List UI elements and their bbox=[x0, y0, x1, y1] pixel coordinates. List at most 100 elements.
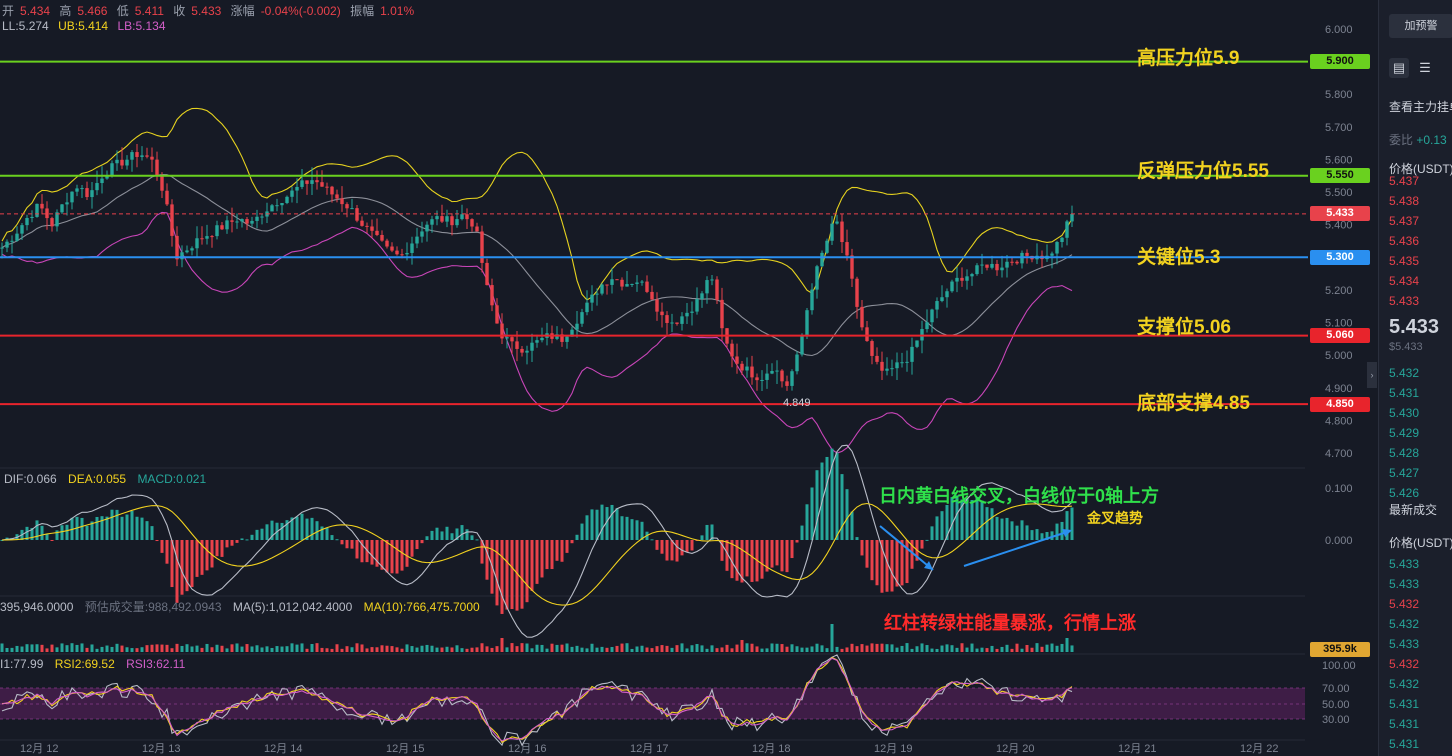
trade-price: 5.433 bbox=[1389, 557, 1420, 571]
macd-bar bbox=[340, 540, 344, 545]
macd-value: MACD:0.021 bbox=[137, 472, 207, 486]
volume-bar bbox=[1030, 647, 1034, 652]
ask-price: 5.434 bbox=[1389, 274, 1420, 288]
macd-bar bbox=[990, 508, 994, 540]
volume-bar bbox=[320, 647, 324, 652]
volume-bar bbox=[910, 648, 914, 652]
volume-bar bbox=[330, 648, 334, 652]
macd-bar bbox=[860, 540, 864, 556]
candle-body bbox=[900, 362, 904, 364]
boll-ll: LL:5.274 bbox=[2, 19, 49, 33]
macd-bar bbox=[220, 540, 224, 557]
volume-bar bbox=[575, 645, 579, 652]
macd-bar bbox=[675, 540, 679, 562]
candle-body bbox=[740, 363, 744, 371]
candle-body bbox=[940, 297, 944, 302]
volume-bar bbox=[315, 643, 319, 652]
volume-bar bbox=[795, 646, 799, 652]
volume-bar bbox=[720, 647, 724, 652]
volume-bar bbox=[670, 647, 674, 652]
volume-bar bbox=[735, 644, 739, 652]
volume-bar bbox=[635, 646, 639, 652]
close-value: 5.433 bbox=[191, 4, 222, 18]
macd-bar bbox=[1010, 521, 1014, 540]
candle-body bbox=[360, 220, 364, 226]
volume-bar bbox=[1005, 644, 1009, 652]
macd-bar bbox=[520, 540, 524, 609]
volume-bar bbox=[790, 644, 794, 652]
candle-body bbox=[630, 283, 634, 285]
candle-body bbox=[140, 155, 144, 157]
volume-bar bbox=[280, 646, 284, 652]
macd-bar bbox=[240, 538, 244, 540]
macd-bar bbox=[485, 540, 489, 580]
candle-body bbox=[100, 178, 104, 184]
candle-body bbox=[975, 265, 979, 275]
macd-bar bbox=[545, 540, 549, 570]
trade-price: 5.433 bbox=[1389, 577, 1420, 591]
commission-label: 委比 bbox=[1389, 133, 1414, 147]
candle-body bbox=[205, 236, 209, 239]
candle-body bbox=[685, 312, 689, 317]
volume-tag: 395.9k bbox=[1310, 642, 1370, 657]
candle-body bbox=[605, 284, 609, 286]
candle-body bbox=[820, 252, 824, 267]
candle-body bbox=[5, 241, 9, 248]
candle-body bbox=[800, 335, 804, 355]
candle-body bbox=[765, 373, 769, 380]
volume-bar bbox=[570, 646, 574, 652]
volume-bar bbox=[800, 647, 804, 652]
rsi-tick: 50.00 bbox=[1322, 699, 1350, 711]
candle-body bbox=[990, 263, 994, 268]
volume-bar bbox=[435, 647, 439, 652]
macd-bar bbox=[570, 540, 574, 544]
price-tag-5.550: 5.550 bbox=[1310, 168, 1370, 183]
macd-bar bbox=[560, 540, 564, 562]
candle-body bbox=[595, 293, 599, 295]
price-chart[interactable]: 6.000 5.900 5.800 5.700 5.600 5.500 5.400 5.300… bbox=[0, 0, 1372, 756]
date-tick: 12月 21 bbox=[1118, 743, 1157, 755]
macd-bar bbox=[325, 527, 329, 540]
candle-body bbox=[720, 299, 724, 329]
ask-price: 5.437 bbox=[1389, 174, 1420, 188]
candle-body bbox=[210, 236, 214, 238]
open-label: 开 bbox=[2, 4, 15, 18]
boll-lower-band bbox=[1, 211, 1073, 454]
date-tick: 12月 20 bbox=[996, 743, 1035, 755]
candle-body bbox=[80, 188, 84, 190]
volume-bar bbox=[960, 643, 964, 652]
volume-bar bbox=[980, 647, 984, 652]
volume-bar bbox=[220, 645, 224, 652]
candle-body bbox=[220, 225, 224, 230]
macd-bar bbox=[940, 511, 944, 540]
volume-bar bbox=[905, 643, 909, 652]
layout-bids-icon[interactable]: ☰ bbox=[1415, 58, 1435, 78]
macd-bar bbox=[310, 517, 314, 540]
candle-body bbox=[635, 282, 639, 284]
candle-body bbox=[395, 250, 399, 255]
volume-bar bbox=[95, 648, 99, 652]
rsi-header: I1:77.99 RSI2:69.52 RSI3:62.11 bbox=[0, 657, 193, 671]
volume-bar bbox=[415, 647, 419, 652]
volume-bar bbox=[710, 645, 714, 652]
add-alert-button[interactable]: 加预警 bbox=[1389, 14, 1452, 38]
volume-bar bbox=[285, 646, 289, 652]
collapse-panel-button[interactable]: › bbox=[1367, 362, 1377, 388]
candle-body bbox=[890, 368, 894, 370]
macd-bar bbox=[40, 525, 44, 540]
macd-bar bbox=[140, 517, 144, 540]
volume-bar bbox=[1045, 644, 1049, 652]
layout-both-icon[interactable]: ▤ bbox=[1389, 58, 1409, 78]
volume-bar bbox=[390, 646, 394, 652]
view-main-orders[interactable]: 查看主力挂单 bbox=[1389, 98, 1452, 115]
chart-area[interactable]: 6.000 5.900 5.800 5.700 5.600 5.500 5.400 5.300… bbox=[0, 0, 1372, 756]
macd-bar bbox=[510, 540, 514, 610]
candle-body bbox=[325, 186, 329, 188]
volume-bar bbox=[915, 646, 919, 652]
candle-body bbox=[960, 277, 964, 281]
macd-bar bbox=[855, 537, 859, 540]
candle-body bbox=[830, 223, 834, 241]
vol-estimate: 预估成交量:988,492.0943 bbox=[84, 600, 222, 614]
volume-bar bbox=[590, 643, 594, 652]
candle-body bbox=[930, 309, 934, 323]
